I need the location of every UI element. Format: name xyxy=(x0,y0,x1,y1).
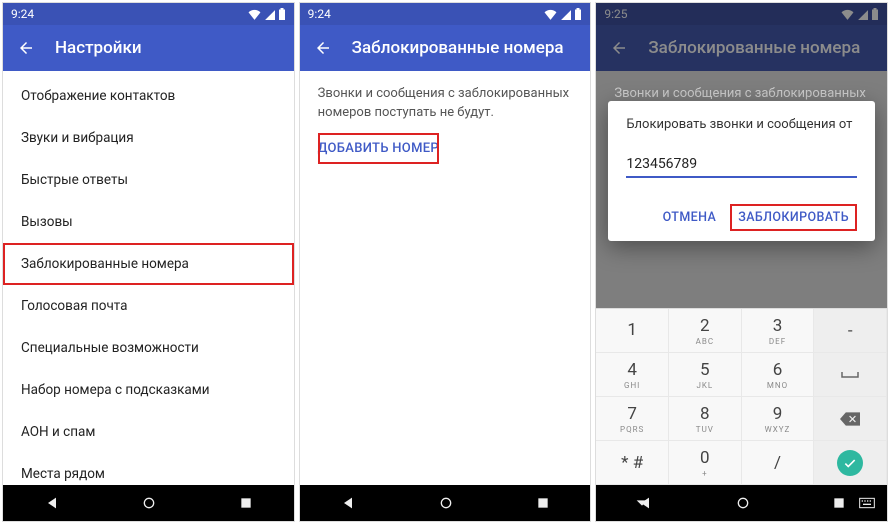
phone-number-input[interactable] xyxy=(626,152,857,178)
nav-back-icon-kb[interactable] xyxy=(634,495,650,511)
appbar: Заблокированные номера xyxy=(596,25,887,71)
key-3[interactable]: 3DEF xyxy=(742,309,815,353)
nav-recents-icon[interactable] xyxy=(832,496,846,510)
back-icon xyxy=(610,39,628,57)
settings-list: Отображение контактов Звуки и вибрация Б… xyxy=(3,71,294,499)
key-done[interactable] xyxy=(814,441,887,485)
nav-recents-icon[interactable] xyxy=(536,496,550,510)
nav-back-icon[interactable] xyxy=(44,495,60,511)
key-6[interactable]: 6MNO xyxy=(742,353,815,397)
key-star-hash[interactable]: * # xyxy=(596,441,669,485)
statusbar: 9:25 xyxy=(596,3,887,25)
nav-keyboard-icon[interactable] xyxy=(859,497,875,509)
appbar: Заблокированные номера xyxy=(300,25,591,71)
statusbar: 9:24 xyxy=(300,3,591,25)
done-icon xyxy=(837,450,863,476)
statusbar: 9:24 xyxy=(3,3,294,25)
back-icon[interactable] xyxy=(314,39,332,57)
item-accessibility[interactable]: Специальные возможности xyxy=(3,327,294,369)
screen-blocked-numbers: 9:24 Заблокированные номера Звонки и соо… xyxy=(299,2,592,522)
wifi-icon xyxy=(248,9,261,20)
key-slash[interactable]: / xyxy=(742,441,815,485)
status-icons xyxy=(841,8,879,20)
nav-home-icon[interactable] xyxy=(735,495,751,511)
key-8[interactable]: 8TUV xyxy=(669,397,742,441)
key-5[interactable]: 5JKL xyxy=(669,353,742,397)
block-dialog: Блокировать звонки и сообщения от ОТМЕНА… xyxy=(608,101,875,241)
backspace-icon xyxy=(840,412,860,426)
item-contacts-display[interactable]: Отображение контактов xyxy=(3,75,294,117)
description-text: Звонки и сообщения с заблокированных ном… xyxy=(300,71,591,133)
status-icons xyxy=(544,8,582,20)
numeric-keypad: 1 2ABC 3DEF - 4GHI 5JKL 6MNO 7PQRS 8TUV … xyxy=(596,308,887,485)
appbar: Настройки xyxy=(3,25,294,71)
item-assisted-dialing[interactable]: Набор номера с подсказками xyxy=(3,369,294,411)
item-caller-id-spam[interactable]: АОН и спам xyxy=(3,411,294,453)
appbar-title: Настройки xyxy=(55,38,142,58)
item-blocked-numbers[interactable]: Заблокированные номера xyxy=(3,243,294,285)
block-button[interactable]: ЗАБЛОКИРОВАТЬ xyxy=(730,204,857,231)
wifi-icon xyxy=(544,9,557,20)
key-backspace[interactable] xyxy=(814,397,887,441)
navbar xyxy=(596,485,887,521)
navbar xyxy=(3,485,294,521)
appbar-title: Заблокированные номера xyxy=(648,38,860,58)
space-icon xyxy=(840,370,860,380)
item-calls[interactable]: Вызовы xyxy=(3,201,294,243)
key-7[interactable]: 7PQRS xyxy=(596,397,669,441)
key-space[interactable] xyxy=(814,353,887,397)
signal-icon xyxy=(857,9,868,20)
key-1[interactable]: 1 xyxy=(596,309,669,353)
key-9[interactable]: 9WXYZ xyxy=(742,397,815,441)
key-dash[interactable]: - xyxy=(814,309,887,353)
signal-icon xyxy=(264,9,275,20)
dialog-actions: ОТМЕНА ЗАБЛОКИРОВАТЬ xyxy=(626,204,857,231)
battery-icon xyxy=(278,8,286,20)
cancel-button[interactable]: ОТМЕНА xyxy=(655,204,725,231)
appbar-title: Заблокированные номера xyxy=(352,38,564,58)
add-number-button[interactable]: ДОБАВИТЬ НОМЕР xyxy=(318,133,439,164)
battery-icon xyxy=(871,8,879,20)
status-icons xyxy=(248,8,286,20)
status-time: 9:24 xyxy=(11,7,248,21)
screen-settings: 9:24 Настройки Отображение контактов Зву… xyxy=(2,2,295,522)
navbar xyxy=(300,485,591,521)
dialog-title: Блокировать звонки и сообщения от xyxy=(626,117,857,132)
item-voicemail[interactable]: Голосовая почта xyxy=(3,285,294,327)
nav-home-icon[interactable] xyxy=(141,495,157,511)
wifi-icon xyxy=(841,9,854,20)
status-time: 9:25 xyxy=(604,7,841,21)
nav-home-icon[interactable] xyxy=(438,495,454,511)
key-0[interactable]: 0+ xyxy=(669,441,742,485)
nav-recents-icon[interactable] xyxy=(239,496,253,510)
key-4[interactable]: 4GHI xyxy=(596,353,669,397)
screen-block-dialog: 9:25 Заблокированные номера Звонки и соо… xyxy=(595,2,888,522)
nav-back-icon[interactable] xyxy=(340,495,356,511)
signal-icon xyxy=(560,9,571,20)
item-quick-responses[interactable]: Быстрые ответы xyxy=(3,159,294,201)
battery-icon xyxy=(574,8,582,20)
back-icon[interactable] xyxy=(17,39,35,57)
item-sounds-vibration[interactable]: Звуки и вибрация xyxy=(3,117,294,159)
key-2[interactable]: 2ABC xyxy=(669,309,742,353)
status-time: 9:24 xyxy=(308,7,545,21)
